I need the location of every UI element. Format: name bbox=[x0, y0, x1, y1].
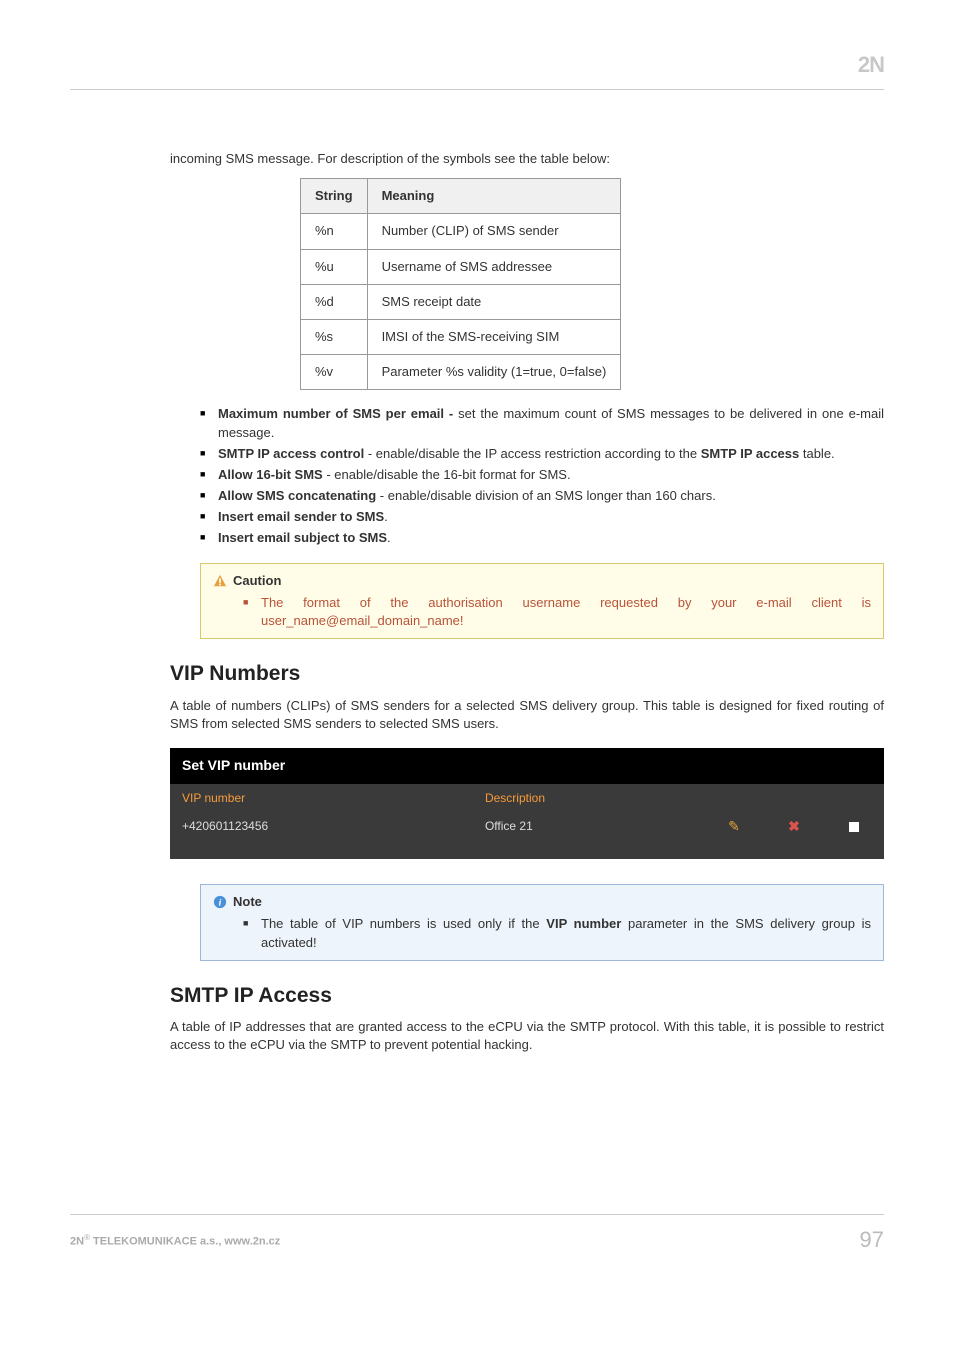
select-checkbox[interactable] bbox=[824, 812, 884, 841]
note-text-pre: The table of VIP numbers is used only if… bbox=[261, 916, 546, 931]
note-text-bold: VIP number bbox=[546, 916, 621, 931]
bullet-bold: Insert email sender to SMS bbox=[218, 509, 384, 524]
bullet-text: - enable/disable the IP access restricti… bbox=[364, 446, 701, 461]
string-cell: %v bbox=[301, 355, 368, 390]
footer-brand: 2N bbox=[70, 1236, 84, 1248]
bullet-text: . bbox=[384, 509, 388, 524]
edit-button[interactable]: ✎ bbox=[704, 812, 764, 841]
vip-table: Set VIP number VIP number Description +4… bbox=[170, 748, 884, 859]
bullet-bold: Allow 16-bit SMS bbox=[218, 467, 323, 482]
bullet-bold: Allow SMS concatenating bbox=[218, 488, 376, 503]
caution-title: Caution bbox=[213, 572, 871, 590]
bullet-bold: Maximum number of SMS per email - bbox=[218, 406, 458, 421]
vip-table-title: Set VIP number bbox=[170, 748, 884, 784]
table-row: %nNumber (CLIP) of SMS sender bbox=[301, 214, 621, 249]
note-label: Note bbox=[233, 893, 262, 911]
vip-heading: VIP Numbers bbox=[170, 659, 884, 688]
vip-col-blank bbox=[764, 784, 824, 813]
vip-number-cell: +420601123456 bbox=[170, 812, 473, 841]
meaning-cell: Parameter %s validity (1=true, 0=false) bbox=[367, 355, 621, 390]
list-item: Allow 16-bit SMS - enable/disable the 16… bbox=[200, 466, 884, 484]
vip-table-spacer bbox=[170, 841, 884, 859]
string-cell: %s bbox=[301, 319, 368, 354]
table-row: %vParameter %s validity (1=true, 0=false… bbox=[301, 355, 621, 390]
delete-button[interactable]: ✖ bbox=[764, 812, 824, 841]
vip-table-container: Set VIP number VIP number Description +4… bbox=[170, 748, 884, 859]
vip-col-number: VIP number bbox=[170, 784, 473, 813]
page-number: 97 bbox=[860, 1225, 884, 1256]
bullet-text: . bbox=[387, 530, 391, 545]
bullet-bold: SMTP IP access bbox=[701, 446, 800, 461]
meaning-cell: IMSI of the SMS-receiving SIM bbox=[367, 319, 621, 354]
string-cell: %u bbox=[301, 249, 368, 284]
vip-col-blank bbox=[824, 784, 884, 813]
note-title: i Note bbox=[213, 893, 871, 911]
table-row: %sIMSI of the SMS-receiving SIM bbox=[301, 319, 621, 354]
caution-text: The format of the authorisation username… bbox=[243, 594, 871, 630]
bullet-text: table. bbox=[799, 446, 834, 461]
table-row: +420601123456 Office 21 ✎ ✖ bbox=[170, 812, 884, 841]
list-item: Insert email sender to SMS. bbox=[200, 508, 884, 526]
bullet-bold: SMTP IP access control bbox=[218, 446, 364, 461]
page-content: incoming SMS message. For description of… bbox=[70, 150, 884, 1054]
feature-bullets: Maximum number of SMS per email - set th… bbox=[200, 405, 884, 547]
note-callout: i Note The table of VIP numbers is used … bbox=[200, 884, 884, 961]
meaning-cell: Number (CLIP) of SMS sender bbox=[367, 214, 621, 249]
meaning-cell: Username of SMS addressee bbox=[367, 249, 621, 284]
bullet-text: - enable/disable division of an SMS long… bbox=[376, 488, 716, 503]
vip-paragraph: A table of numbers (CLIPs) of SMS sender… bbox=[170, 697, 884, 733]
close-icon: ✖ bbox=[788, 818, 800, 834]
warning-icon bbox=[213, 574, 227, 588]
info-icon: i bbox=[213, 895, 227, 909]
list-item: Maximum number of SMS per email - set th… bbox=[200, 405, 884, 441]
caution-callout: Caution The format of the authorisation … bbox=[200, 563, 884, 640]
page-footer: 2N® TELEKOMUNIKACE a.s., www.2n.cz 97 bbox=[70, 1214, 884, 1256]
footer-tail: TELEKOMUNIKACE a.s., www.2n.cz bbox=[90, 1236, 280, 1248]
meaning-cell: SMS receipt date bbox=[367, 284, 621, 319]
string-cell: %n bbox=[301, 214, 368, 249]
top-bar: 2N bbox=[70, 50, 884, 90]
string-cell: %d bbox=[301, 284, 368, 319]
table-row: %uUsername of SMS addressee bbox=[301, 249, 621, 284]
smtp-paragraph: A table of IP addresses that are granted… bbox=[170, 1018, 884, 1054]
brand-logo: 2N bbox=[858, 50, 884, 81]
vip-col-description: Description bbox=[473, 784, 704, 813]
bullet-bold: Insert email subject to SMS bbox=[218, 530, 387, 545]
smtp-heading: SMTP IP Access bbox=[170, 981, 884, 1010]
square-icon bbox=[849, 822, 859, 832]
list-item: SMTP IP access control - enable/disable … bbox=[200, 445, 884, 463]
footer-company: 2N® TELEKOMUNIKACE a.s., www.2n.cz bbox=[70, 1232, 280, 1250]
svg-text:i: i bbox=[219, 898, 222, 909]
caution-label: Caution bbox=[233, 572, 281, 590]
note-text: The table of VIP numbers is used only if… bbox=[243, 915, 871, 951]
list-item: Allow SMS concatenating - enable/disable… bbox=[200, 487, 884, 505]
vip-col-blank bbox=[704, 784, 764, 813]
pencil-icon: ✎ bbox=[728, 818, 740, 834]
bullet-text: - enable/disable the 16-bit format for S… bbox=[323, 467, 571, 482]
intro-text: incoming SMS message. For description of… bbox=[170, 150, 884, 168]
strings-table: String Meaning %nNumber (CLIP) of SMS se… bbox=[300, 178, 621, 390]
table-row: %dSMS receipt date bbox=[301, 284, 621, 319]
vip-desc-cell: Office 21 bbox=[473, 812, 704, 841]
strings-header-string: String bbox=[301, 179, 368, 214]
list-item: Insert email subject to SMS. bbox=[200, 529, 884, 547]
strings-header-meaning: Meaning bbox=[367, 179, 621, 214]
